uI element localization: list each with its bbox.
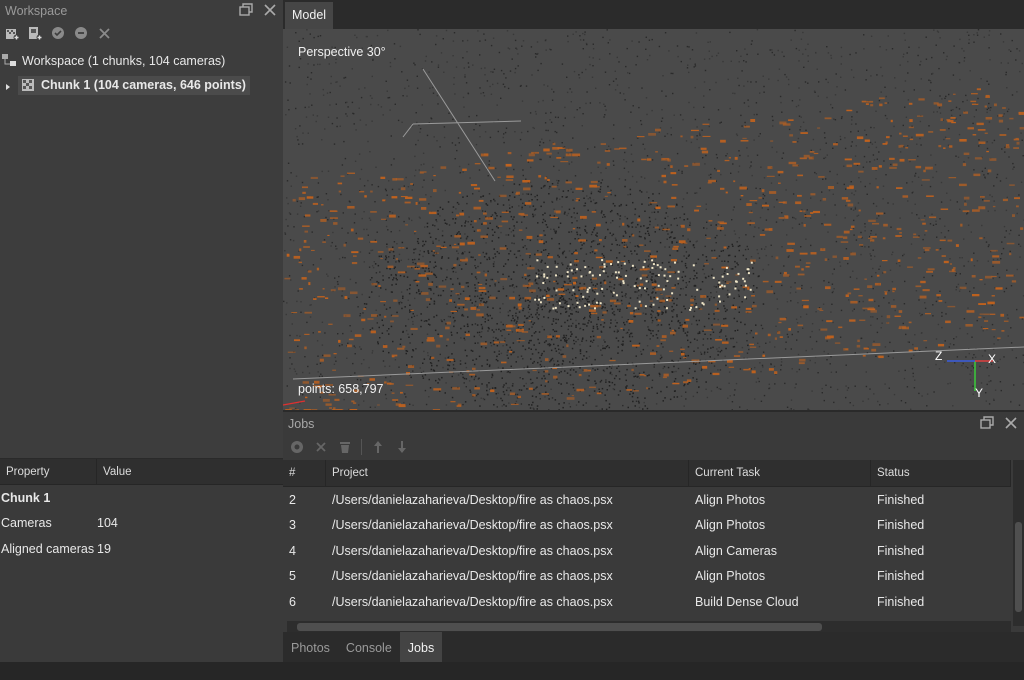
jobs-table-header: # Project Current Task Status	[283, 460, 1011, 487]
region-box	[283, 68, 1024, 406]
workspace-title-bar: Workspace	[0, 0, 283, 22]
property-column-header[interactable]: Property	[0, 459, 97, 484]
job-number: 6	[289, 594, 296, 609]
job-task: Align Photos	[695, 492, 766, 507]
property-value: 19	[97, 541, 111, 556]
job-task: Align Cameras	[695, 543, 777, 558]
jobs-table: # Project Current Task Status 2 /Users/d…	[283, 460, 1011, 615]
bottom-tab-bar: Photos Console Jobs	[283, 632, 1024, 662]
disable-icon[interactable]	[73, 25, 89, 41]
property-group-row: Chunk 1	[0, 485, 283, 511]
close-icon[interactable]	[263, 2, 277, 18]
move-up-icon[interactable]	[370, 439, 386, 455]
axis-x-label: X	[988, 352, 997, 366]
remove-icon[interactable]	[96, 25, 112, 41]
job-status: Finished	[877, 569, 925, 584]
job-status: Finished	[877, 518, 925, 533]
table-row[interactable]: 4 /Users/danielazaharieva/Desktop/fire a…	[283, 538, 1011, 564]
job-status: Finished	[877, 492, 925, 507]
job-task: Build Dense Cloud	[695, 594, 799, 609]
table-row[interactable]: 5 /Users/danielazaharieva/Desktop/fire a…	[283, 564, 1011, 590]
jobs-toolbar	[283, 436, 1024, 458]
workspace-tree: Workspace (1 chunks, 104 cameras) Chunk …	[0, 48, 283, 98]
job-number: 2	[289, 492, 296, 507]
expand-arrow-icon[interactable]	[4, 81, 14, 91]
workspace-title: Workspace	[5, 4, 68, 18]
scrollbar-thumb[interactable]	[1015, 522, 1022, 612]
tree-item-chunk-1[interactable]: Chunk 1 (104 cameras, 646 points)	[0, 73, 283, 98]
model-tab-bar: Model	[283, 0, 1024, 29]
job-project: /Users/danielazaharieva/Desktop/fire as …	[332, 543, 613, 558]
projection-label: Perspective 30°	[298, 45, 386, 59]
job-project: /Users/danielazaharieva/Desktop/fire as …	[332, 518, 613, 533]
jobs-title: Jobs	[288, 417, 315, 431]
scrollbar-thumb[interactable]	[297, 623, 822, 631]
axis-y-label: Y	[975, 386, 984, 400]
table-row[interactable]: 3 /Users/danielazaharieva/Desktop/fire a…	[283, 513, 1011, 539]
workspace-panel: Workspace Workspace (1 chunks, 104 camer…	[0, 0, 283, 458]
chunk-label: Chunk 1 (104 cameras, 646 points)	[41, 78, 246, 92]
table-row[interactable]: 2 /Users/danielazaharieva/Desktop/fire a…	[283, 487, 1011, 513]
status-bar	[0, 662, 1024, 680]
points-count-label: points: 658,797	[298, 382, 384, 396]
pause-icon[interactable]	[289, 439, 305, 455]
job-project: /Users/danielazaharieva/Desktop/fire as …	[332, 569, 613, 584]
chunk-selection[interactable]: Chunk 1 (104 cameras, 646 points)	[18, 76, 250, 95]
job-project: /Users/danielazaharieva/Desktop/fire as …	[332, 594, 613, 609]
undock-icon[interactable]	[980, 414, 994, 430]
add-chunk-icon[interactable]	[4, 25, 20, 41]
job-status: Finished	[877, 543, 925, 558]
job-number: 4	[289, 543, 296, 558]
enable-icon[interactable]	[50, 25, 66, 41]
property-value: 104	[97, 516, 118, 531]
cancel-icon[interactable]	[313, 439, 329, 455]
chunk-icon	[21, 78, 37, 92]
column-header-current-task[interactable]: Current Task	[689, 460, 871, 486]
tree-item-workspace[interactable]: Workspace (1 chunks, 104 cameras)	[0, 48, 283, 73]
tab-jobs[interactable]: Jobs	[399, 632, 443, 662]
model-viewport[interactable]: Perspective 30° points: 658,797 Z X Y	[283, 29, 1024, 410]
tab-photos[interactable]: Photos	[283, 632, 338, 662]
close-icon[interactable]	[1004, 414, 1018, 430]
workspace-label: Workspace (1 chunks, 104 cameras)	[22, 53, 226, 68]
undock-icon[interactable]	[239, 2, 253, 18]
move-down-icon[interactable]	[394, 439, 410, 455]
jobs-panel: Jobs # Project Current Task Status 2 /Us…	[283, 410, 1024, 633]
job-number: 3	[289, 518, 296, 533]
job-project: /Users/danielazaharieva/Desktop/fire as …	[332, 492, 613, 507]
property-key: Cameras	[1, 516, 52, 531]
property-group-label: Chunk 1	[1, 490, 51, 505]
add-photos-icon[interactable]	[27, 25, 43, 41]
property-key: Aligned cameras	[1, 541, 95, 556]
properties-panel: Property Value Chunk 1 Cameras 104 Align…	[0, 458, 283, 662]
column-header-number[interactable]: #	[283, 460, 326, 486]
property-row[interactable]: Cameras 104	[0, 511, 283, 537]
job-number: 5	[289, 569, 296, 584]
column-header-status[interactable]: Status	[871, 460, 1011, 486]
axis-z-label: Z	[935, 349, 943, 363]
tab-model[interactable]: Model	[285, 2, 334, 29]
property-row[interactable]: Aligned cameras 19	[0, 536, 283, 562]
table-row[interactable]: 6 /Users/danielazaharieva/Desktop/fire a…	[283, 589, 1011, 615]
trash-icon[interactable]	[337, 439, 353, 455]
tab-console[interactable]: Console	[338, 632, 400, 662]
properties-header: Property Value	[0, 459, 283, 485]
jobs-title-bar: Jobs	[283, 412, 1024, 436]
column-header-project[interactable]: Project	[326, 460, 689, 486]
job-task: Align Photos	[695, 518, 766, 533]
workspace-icon	[2, 53, 18, 68]
vertical-scrollbar[interactable]	[1013, 460, 1024, 626]
workspace-toolbar	[0, 22, 283, 44]
value-column-header[interactable]: Value	[97, 466, 132, 478]
job-status: Finished	[877, 594, 925, 609]
job-task: Align Photos	[695, 569, 766, 584]
